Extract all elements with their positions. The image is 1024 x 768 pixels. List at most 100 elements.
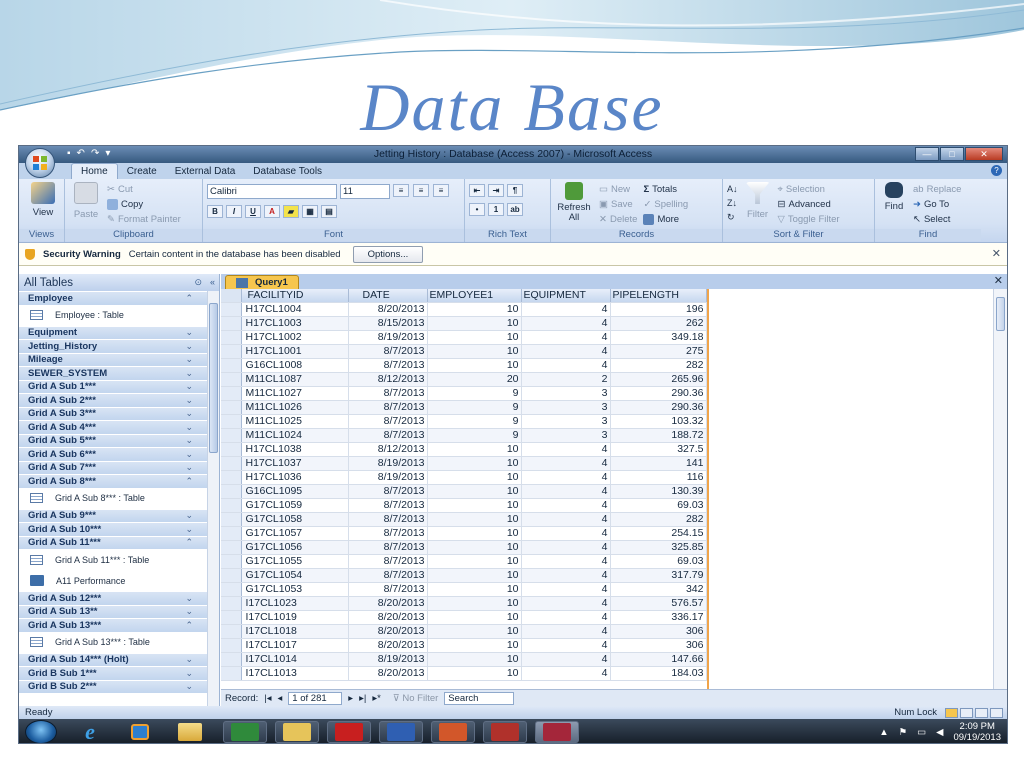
table-cell[interactable]: 8/20/2013 — [348, 610, 428, 625]
table-cell[interactable]: H17CL1036 — [241, 470, 349, 485]
format-painter-button[interactable]: ✎ Format Painter — [107, 212, 181, 227]
table-cell[interactable]: 8/19/2013 — [348, 330, 428, 345]
paste-button[interactable]: Paste — [69, 182, 103, 227]
table-cell[interactable]: H17CL1002 — [241, 330, 349, 345]
table-cell[interactable]: 8/7/2013 — [348, 498, 428, 513]
table-cell[interactable]: 8/19/2013 — [348, 652, 428, 667]
table-cell[interactable]: 3 — [521, 414, 611, 429]
table-cell[interactable]: G17CL1057 — [241, 526, 349, 541]
table-cell[interactable]: 8/7/2013 — [348, 386, 428, 401]
table-cell[interactable]: 8/12/2013 — [348, 442, 428, 457]
row-selector[interactable] — [221, 652, 242, 667]
adobe-reader-taskbar-button[interactable] — [327, 721, 371, 743]
table-cell[interactable]: 290.36 — [610, 386, 707, 401]
minimize-button[interactable]: — — [915, 147, 939, 161]
table-cell[interactable]: 265.96 — [610, 372, 707, 387]
nav-group[interactable]: Equipment ⌄ — [19, 325, 207, 339]
nav-group[interactable]: Grid A Sub 7*** ⌄ — [19, 460, 207, 474]
new-blank-record-icon[interactable]: ▸* — [372, 693, 380, 704]
table-row[interactable]: H17CL1037 8/19/2013 10 4 141 — [221, 456, 707, 471]
row-selector[interactable] — [221, 358, 242, 373]
datasheet-view-icon[interactable] — [945, 707, 958, 718]
outlook-taskbar-button[interactable] — [483, 721, 527, 743]
table-cell[interactable]: H17CL1001 — [241, 344, 349, 359]
table-cell[interactable]: 4 — [521, 456, 611, 471]
table-cell[interactable]: 325.85 — [610, 540, 707, 555]
align-right-icon[interactable]: ≡ — [433, 184, 449, 197]
nav-item[interactable]: Grid A Sub 8*** : Table — [19, 487, 207, 509]
table-cell[interactable]: G17CL1058 — [241, 512, 349, 527]
table-cell[interactable]: 8/7/2013 — [348, 484, 428, 499]
table-cell[interactable]: 147.66 — [610, 652, 707, 667]
alternate-fill-icon[interactable]: ▤ — [321, 205, 337, 218]
row-selector[interactable] — [221, 400, 242, 415]
save-record-button[interactable]: ▣ Save — [599, 197, 637, 212]
table-cell[interactable]: H17CL1004 — [241, 302, 349, 317]
replace-button[interactable]: ab Replace — [913, 182, 961, 197]
tab-database-tools[interactable]: Database Tools — [244, 164, 331, 179]
nav-scrollbar[interactable] — [207, 291, 219, 706]
row-selector[interactable] — [221, 414, 242, 429]
nav-group[interactable]: Grid A Sub 1*** ⌄ — [19, 379, 207, 393]
help-icon[interactable]: ? — [991, 165, 1002, 176]
goto-button[interactable]: ➜ Go To — [913, 197, 961, 212]
nav-group[interactable]: Grid A Sub 9*** ⌄ — [19, 508, 207, 522]
table-row[interactable]: I17CL1014 8/19/2013 10 4 147.66 — [221, 652, 707, 667]
table-row[interactable]: G17CL1057 8/7/2013 10 4 254.15 — [221, 526, 707, 541]
table-cell[interactable]: 306 — [610, 638, 707, 653]
table-cell[interactable]: 3 — [521, 428, 611, 443]
nav-group[interactable]: Grid A Sub 13** ⌄ — [19, 604, 207, 618]
table-cell[interactable]: 349.18 — [610, 330, 707, 345]
row-selector[interactable] — [221, 624, 242, 639]
table-row[interactable]: H17CL1036 8/19/2013 10 4 116 — [221, 470, 707, 485]
table-row[interactable]: H17CL1003 8/15/2013 10 4 262 — [221, 316, 707, 331]
table-cell[interactable]: 282 — [610, 358, 707, 373]
nav-scroll-thumb[interactable] — [209, 303, 218, 453]
row-selector[interactable] — [221, 372, 242, 387]
table-row[interactable]: M11CL1087 8/12/2013 20 2 265.96 — [221, 372, 707, 387]
table-cell[interactable]: 10 — [427, 526, 522, 541]
table-cell[interactable]: 4 — [521, 498, 611, 513]
table-cell[interactable]: 10 — [427, 498, 522, 513]
table-cell[interactable]: G17CL1054 — [241, 568, 349, 583]
pivot-table-view-icon[interactable] — [960, 707, 973, 718]
table-cell[interactable]: 10 — [427, 582, 522, 597]
table-cell[interactable]: 4 — [521, 316, 611, 331]
table-cell[interactable]: 4 — [521, 652, 611, 667]
table-cell[interactable]: 9 — [427, 400, 522, 415]
vertical-scrollbar[interactable] — [993, 289, 1007, 689]
tab-create[interactable]: Create — [118, 164, 166, 179]
nav-group[interactable]: Grid A Sub 11*** ⌃ — [19, 535, 207, 549]
table-cell[interactable]: M11CL1087 — [241, 372, 349, 387]
row-selector[interactable] — [221, 442, 242, 457]
column-header[interactable]: DATE — [348, 289, 428, 303]
table-row[interactable]: G17CL1056 8/7/2013 10 4 325.85 — [221, 540, 707, 555]
table-cell[interactable]: 282 — [610, 512, 707, 527]
network-icon[interactable]: ▭ — [917, 727, 926, 738]
table-cell[interactable]: 4 — [521, 582, 611, 597]
nav-group[interactable]: SEWER_SYSTEM ⌄ — [19, 366, 207, 380]
gridlines-icon[interactable]: ▦ — [302, 205, 318, 218]
table-cell[interactable]: 8/15/2013 — [348, 316, 428, 331]
column-header[interactable]: FACILITYID — [241, 289, 349, 303]
table-cell[interactable]: 8/7/2013 — [348, 540, 428, 555]
table-cell[interactable]: 336.17 — [610, 610, 707, 625]
toggle-filter-button[interactable]: ▽ Toggle Filter — [778, 212, 840, 227]
table-row[interactable]: G17CL1054 8/7/2013 10 4 317.79 — [221, 568, 707, 583]
row-selector[interactable] — [221, 302, 242, 317]
nav-group[interactable]: Mileage ⌄ — [19, 352, 207, 366]
italic-button[interactable]: I — [226, 205, 242, 218]
table-cell[interactable]: 8/20/2013 — [348, 666, 428, 681]
table-cell[interactable]: 4 — [521, 302, 611, 317]
table-cell[interactable]: 10 — [427, 484, 522, 499]
table-cell[interactable]: 10 — [427, 512, 522, 527]
table-cell[interactable]: 262 — [610, 316, 707, 331]
bullets-icon[interactable]: • — [469, 203, 485, 216]
table-cell[interactable]: 10 — [427, 302, 522, 317]
vertical-scroll-thumb[interactable] — [996, 297, 1005, 331]
nav-group[interactable]: Grid A Sub 14*** (Holt) ⌄ — [19, 652, 207, 666]
table-cell[interactable]: 8/7/2013 — [348, 414, 428, 429]
table-cell[interactable]: 4 — [521, 554, 611, 569]
table-cell[interactable]: 196 — [610, 302, 707, 317]
nav-group[interactable]: Grid A Sub 13*** ⌃ — [19, 618, 207, 632]
